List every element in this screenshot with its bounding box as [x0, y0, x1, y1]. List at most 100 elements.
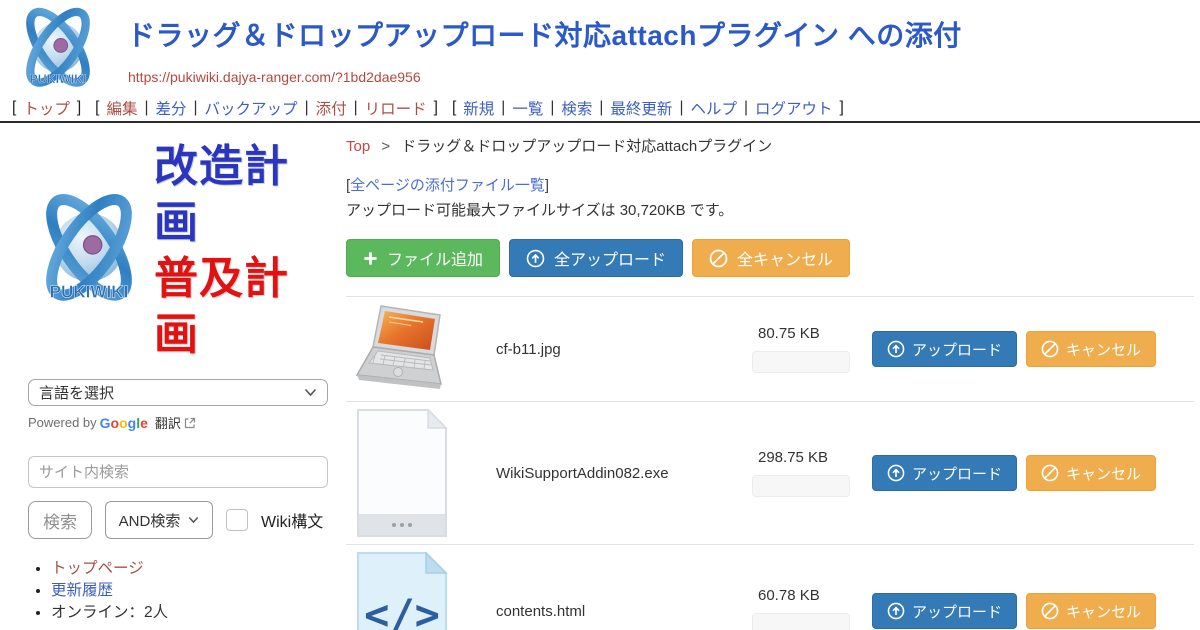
- logo-fukyuu-text: 普及計画: [154, 253, 289, 360]
- sidebar: PUKIWIKI 改造計画 普及計画 言語を選択 Powered by Goog…: [0, 123, 332, 630]
- search-mode-value: AND検索: [119, 510, 181, 531]
- nav-link-list[interactable]: 一覧: [512, 97, 543, 119]
- ban-icon: [1041, 464, 1059, 482]
- sidebar-link-recent-changes[interactable]: 更新履歴: [51, 582, 113, 599]
- nav-link-search[interactable]: 検索: [561, 97, 592, 119]
- cancel-button[interactable]: キャンセル: [1026, 455, 1156, 491]
- upload-all-label: 全アップロード: [554, 246, 666, 270]
- search-controls: 検索 AND検索 Wiki構文: [28, 501, 332, 539]
- file-name: WikiSupportAddin082.exe: [496, 465, 752, 482]
- max-upload-size-text: アップロード可能最大ファイルサイズは 30,720KB です。: [346, 199, 1194, 220]
- sidebar-logo[interactable]: PUKIWIKI 改造計画 普及計画: [28, 139, 332, 363]
- pukiwiki-attach-page: PUKIWIKI ドラッグ＆ドロップアップロード対応attachプラグイン への…: [0, 0, 1200, 630]
- page-title: ドラッグ＆ドロップアップロード対応attachプラグイン への添付: [127, 14, 962, 54]
- cancel-button[interactable]: キャンセル: [1026, 593, 1156, 629]
- file-row: cf-b11.jpg 80.75 KB アップロード: [346, 297, 1194, 402]
- nav-link-reload[interactable]: リロード: [365, 97, 427, 119]
- upload-all-button[interactable]: 全アップロード: [509, 239, 683, 277]
- list-item: オンライン：2人: [51, 602, 332, 623]
- ban-icon: [1041, 602, 1059, 620]
- cancel-label: キャンセル: [1066, 601, 1141, 622]
- site-search-input[interactable]: [28, 456, 328, 488]
- header: PUKIWIKI ドラッグ＆ドロップアップロード対応attachプラグイン への…: [0, 0, 1200, 95]
- file-row-actions: アップロード キャンセル: [872, 593, 1156, 629]
- translate-link[interactable]: 翻訳: [155, 413, 181, 432]
- bracket: [: [452, 99, 456, 117]
- top-navbar: [ トップ ] [ 編集 | 差分 | バックアップ | 添付 | リロード ]…: [0, 95, 1200, 123]
- bracket: ]: [434, 99, 438, 117]
- add-files-label: ファイル追加: [387, 246, 483, 270]
- page-url: https://pukiwiki.dajya-ranger.com/?1bd2d…: [128, 69, 421, 85]
- file-icon-generic: [346, 408, 458, 538]
- nav-separator: |: [305, 99, 309, 117]
- file-name: contents.html: [496, 603, 752, 620]
- nav-link-new[interactable]: 新規: [463, 97, 494, 119]
- nav-link-attach[interactable]: 添付: [316, 97, 347, 119]
- wiki-syntax-checkbox[interactable]: [226, 509, 248, 531]
- list-item: トップページ: [51, 558, 332, 579]
- google-logo: Google: [100, 415, 148, 431]
- upload-progress-bar: [752, 351, 850, 373]
- powered-by-text: Powered by: [28, 415, 97, 430]
- cancel-all-button[interactable]: 全キャンセル: [692, 239, 850, 277]
- upload-label: アップロード: [912, 463, 1002, 484]
- search-mode-select[interactable]: AND検索: [105, 501, 213, 539]
- file-stats: 60.78 KB: [752, 587, 854, 630]
- bracket: [: [95, 99, 99, 117]
- nav-link-top[interactable]: トップ: [23, 97, 70, 119]
- nav-link-diff[interactable]: 差分: [156, 97, 187, 119]
- nav-link-recent[interactable]: 最終更新: [610, 97, 672, 119]
- sidebar-link-toppage[interactable]: トップページ: [51, 560, 144, 577]
- nav-separator: |: [144, 99, 148, 117]
- file-stats: 80.75 KB: [752, 325, 854, 373]
- plus-icon: [363, 251, 378, 266]
- pukiwiki-atom-logo-small: PUKIWIKI: [28, 189, 150, 313]
- upload-button[interactable]: アップロード: [872, 593, 1017, 629]
- nav-separator: |: [599, 99, 603, 117]
- nav-link-edit[interactable]: 編集: [106, 97, 137, 119]
- nav-separator: |: [550, 99, 554, 117]
- file-size: 80.75 KB: [758, 325, 854, 342]
- nav-link-backup[interactable]: バックアップ: [205, 97, 298, 119]
- file-size: 60.78 KB: [758, 587, 854, 604]
- cancel-label: キャンセル: [1066, 463, 1141, 484]
- pukiwiki-atom-logo[interactable]: PUKIWIKI: [12, 5, 104, 95]
- nav-separator: |: [354, 99, 358, 117]
- sidebar-quick-links: トップページ 更新履歴 オンライン：2人: [28, 558, 332, 623]
- chevron-down-icon: [188, 516, 199, 524]
- svg-text:PUKIWIKI: PUKIWIKI: [50, 282, 129, 301]
- sidebar-logo-text: 改造計画 普及計画: [154, 139, 332, 363]
- upload-toolbar: ファイル追加 全アップロード 全キャンセル: [346, 239, 1194, 277]
- bracket: ]: [77, 99, 81, 117]
- breadcrumb: Top > ドラッグ＆ドロップアップロード対応attachプラグイン: [346, 137, 1194, 157]
- cancel-label: キャンセル: [1066, 339, 1141, 360]
- chevron-down-icon: [304, 388, 317, 397]
- upload-circle-icon: [887, 340, 905, 358]
- file-row-actions: アップロード キャンセル: [872, 331, 1156, 367]
- google-translate-attribution: Powered by Google 翻訳: [28, 413, 332, 432]
- svg-text:</>: </>: [364, 590, 440, 630]
- search-button[interactable]: 検索: [28, 501, 92, 539]
- bracket: ]: [840, 99, 844, 117]
- upload-file-list: cf-b11.jpg 80.75 KB アップロード: [346, 296, 1194, 630]
- bracket: [: [12, 99, 16, 117]
- language-select[interactable]: 言語を選択: [28, 379, 328, 406]
- external-link-icon: [184, 417, 196, 429]
- all-pages-attach-list-link[interactable]: 全ページの添付ファイル一覧: [350, 177, 545, 194]
- cancel-button[interactable]: キャンセル: [1026, 331, 1156, 367]
- breadcrumb-separator: >: [381, 138, 390, 155]
- nav-link-logout[interactable]: ログアウト: [755, 97, 833, 119]
- upload-button[interactable]: アップロード: [872, 331, 1017, 367]
- add-files-button[interactable]: ファイル追加: [346, 239, 500, 277]
- file-icon-html: </>: [346, 551, 458, 630]
- file-row: </> contents.html 60.78 KB アップロード: [346, 545, 1194, 630]
- upload-circle-icon: [887, 602, 905, 620]
- logo-brand-text: PUKIWIKI: [29, 72, 86, 86]
- breadcrumb-home-link[interactable]: Top: [346, 138, 370, 155]
- upload-label: アップロード: [912, 339, 1002, 360]
- nav-separator: |: [501, 99, 505, 117]
- nav-link-help[interactable]: ヘルプ: [690, 97, 737, 119]
- nav-separator: |: [194, 99, 198, 117]
- file-row: WikiSupportAddin082.exe 298.75 KB アップロード: [346, 402, 1194, 545]
- upload-button[interactable]: アップロード: [872, 455, 1017, 491]
